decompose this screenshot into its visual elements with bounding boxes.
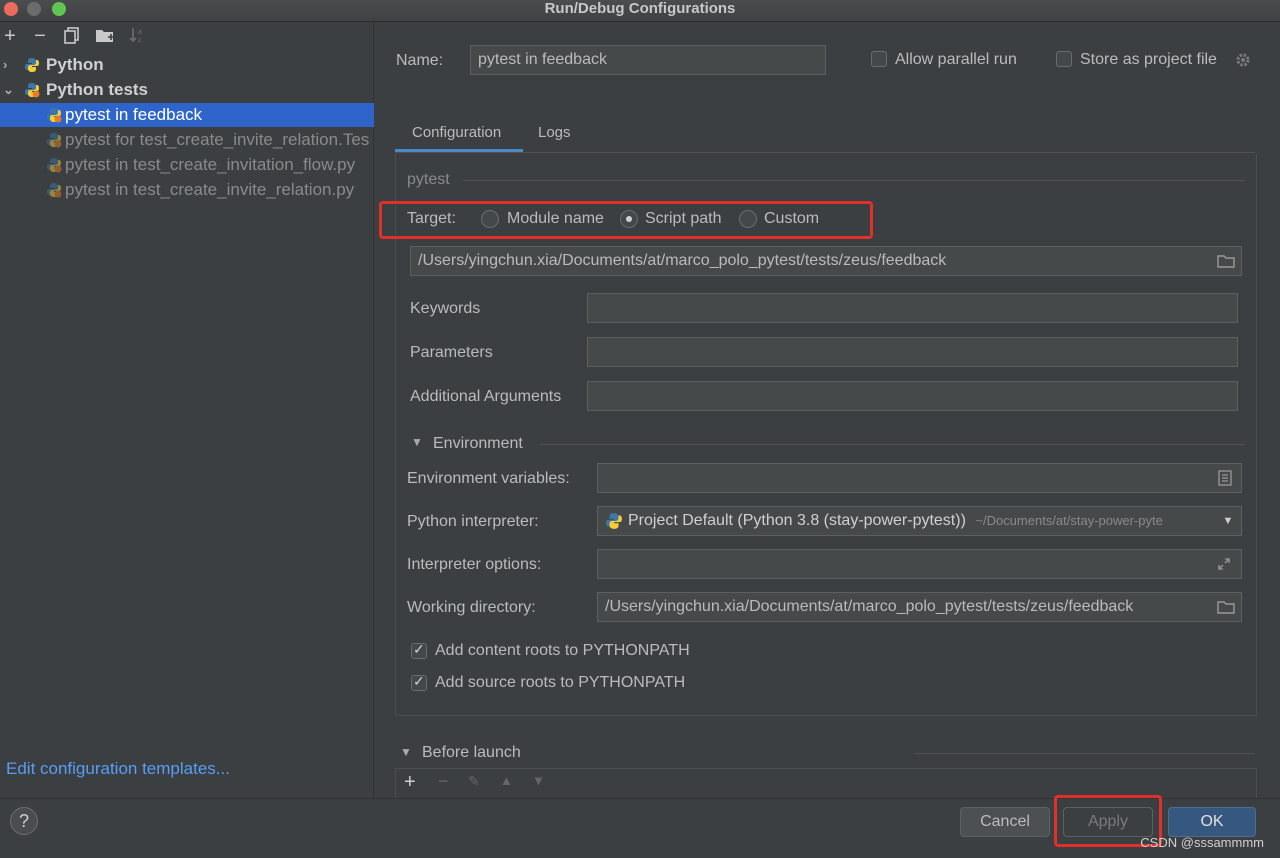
keywords-label: Keywords — [410, 300, 481, 317]
pytest-config-icon — [47, 158, 62, 173]
add-configuration-button[interactable]: + — [0, 26, 20, 46]
sidebar-toolbar: + − az — [0, 22, 374, 52]
python-interpreter-select[interactable]: Project Default (Python 3.8 (stay-power-… — [597, 506, 1242, 536]
folder-icon[interactable] — [1217, 254, 1235, 268]
working-directory-input[interactable]: /Users/yingchun.xia/Documents/at/marco_p… — [597, 592, 1242, 622]
help-button[interactable]: ? — [10, 807, 38, 835]
tree-item-config[interactable]: pytest in test_create_invitation_flow.py — [0, 153, 374, 177]
edit-task-icon[interactable]: ✎ — [468, 773, 480, 790]
collapse-before-launch-icon[interactable]: ▼ — [400, 745, 412, 759]
environment-variables-label: Environment variables: — [407, 470, 570, 487]
before-launch-section-title: Before launch — [422, 744, 521, 761]
tabs-divider — [395, 152, 1255, 153]
collapse-environment-icon[interactable]: ▼ — [411, 435, 423, 449]
tree-item-pytest-in-feedback[interactable]: pytest in feedback — [0, 103, 374, 127]
tree-item-label: pytest in feedback — [65, 105, 203, 124]
title-bar: Run/Debug Configurations — [0, 0, 1280, 22]
add-task-icon[interactable]: + — [404, 771, 416, 794]
section-separator — [463, 180, 1245, 181]
tree-item-label: pytest for test_create_invite_relation.T… — [65, 130, 370, 149]
tree-item-config[interactable]: pytest in test_create_invite_relation.py — [0, 178, 374, 202]
add-source-roots-checkbox[interactable] — [411, 673, 427, 691]
dropdown-arrow-icon[interactable]: ▼ — [1215, 507, 1241, 535]
sort-configurations-button[interactable]: az — [127, 26, 147, 46]
chevron-down-icon[interactable]: ⌄ — [3, 78, 15, 102]
tree-item-label: pytest in test_create_invitation_flow.py — [65, 155, 356, 174]
parameters-input[interactable] — [587, 337, 1238, 367]
edit-configuration-templates-link[interactable]: Edit configuration templates... — [6, 759, 230, 779]
pytest-config-icon — [47, 183, 62, 198]
cancel-button[interactable]: Cancel — [960, 807, 1050, 837]
parameters-label: Parameters — [410, 344, 493, 361]
python-icon — [25, 58, 39, 72]
environment-section-title: Environment — [433, 435, 523, 452]
tree-item-config[interactable]: pytest for test_create_invite_relation.T… — [0, 128, 374, 152]
allow-parallel-run-checkbox[interactable] — [871, 51, 887, 67]
additional-arguments-input[interactable] — [587, 381, 1238, 411]
tab-configuration[interactable]: Configuration — [395, 122, 523, 152]
interpreter-path: ~/Documents/at/stay-power-pyte — [975, 513, 1163, 528]
window-title: Run/Debug Configurations — [544, 0, 736, 17]
add-content-roots-label: Add content roots to PYTHONPATH — [435, 642, 690, 659]
watermark: CSDN @sssammmm — [1140, 835, 1264, 850]
pytest-config-icon — [47, 133, 62, 148]
name-input[interactable]: pytest in feedback — [470, 45, 826, 75]
tree-group-python-tests[interactable]: ⌄ Python tests — [0, 78, 374, 102]
move-up-icon[interactable]: ▲ — [500, 773, 513, 788]
interpreter-options-label: Interpreter options: — [407, 556, 542, 573]
python-interpreter-label: Python interpreter: — [407, 513, 539, 530]
section-separator — [540, 444, 1245, 445]
svg-text:z: z — [138, 37, 142, 44]
environment-variables-input[interactable] — [597, 463, 1242, 493]
python-icon — [606, 513, 622, 529]
store-as-project-file-checkbox[interactable] — [1056, 51, 1072, 67]
expand-icon[interactable] — [1217, 557, 1231, 571]
new-folder-icon — [96, 30, 114, 42]
ok-button[interactable]: OK — [1168, 807, 1256, 837]
tree-group-label: Python — [46, 55, 104, 74]
tree-item-label: pytest in test_create_invite_relation.py — [65, 180, 355, 199]
configuration-editor: Name: pytest in feedback Allow parallel … — [375, 22, 1280, 798]
dialog-button-bar: ? Cancel Apply OK CSDN @sssammmm — [0, 795, 1280, 858]
tree-group-python[interactable]: › Python — [0, 53, 374, 77]
script-path-input[interactable]: /Users/yingchun.xia/Documents/at/marco_p… — [410, 246, 1242, 276]
sort-icon: az — [129, 28, 142, 44]
configurations-sidebar: + − az › Python ⌄ Python tests pytest in… — [0, 22, 374, 798]
working-directory-label: Working directory: — [407, 599, 536, 616]
move-down-icon[interactable]: ▼ — [532, 773, 545, 788]
interpreter-options-input[interactable] — [597, 549, 1242, 579]
interpreter-value: Project Default (Python 3.8 (stay-power-… — [628, 512, 966, 529]
folder-icon[interactable] — [1217, 600, 1235, 614]
move-to-folder-button[interactable] — [95, 26, 115, 46]
list-icon[interactable] — [1218, 470, 1232, 486]
pytest-section-title: pytest — [407, 171, 450, 188]
remove-task-icon[interactable]: − — [438, 771, 449, 792]
remove-configuration-button[interactable]: − — [30, 26, 50, 46]
add-content-roots-checkbox[interactable] — [411, 641, 427, 659]
tree-group-label: Python tests — [46, 80, 149, 99]
add-source-roots-label: Add source roots to PYTHONPATH — [435, 674, 686, 691]
svg-text:a: a — [138, 29, 142, 36]
additional-arguments-label: Additional Arguments — [410, 388, 562, 405]
chevron-right-icon[interactable]: › — [3, 53, 15, 77]
allow-parallel-run-label: Allow parallel run — [895, 51, 1017, 68]
keywords-input[interactable] — [587, 293, 1238, 323]
tab-logs[interactable]: Logs — [538, 122, 571, 152]
store-as-project-file-label: Store as project file — [1080, 51, 1217, 68]
before-launch-toolbar: + − ✎ ▲ ▼ — [395, 768, 1257, 798]
gear-icon[interactable] — [1235, 52, 1251, 68]
section-separator — [915, 753, 1255, 754]
highlight-box-target — [379, 201, 873, 239]
python-tests-icon — [25, 83, 40, 98]
copy-configuration-button[interactable] — [62, 26, 82, 46]
name-label: Name: — [396, 52, 444, 69]
pytest-config-icon — [47, 108, 62, 123]
copy-icon — [64, 27, 79, 44]
